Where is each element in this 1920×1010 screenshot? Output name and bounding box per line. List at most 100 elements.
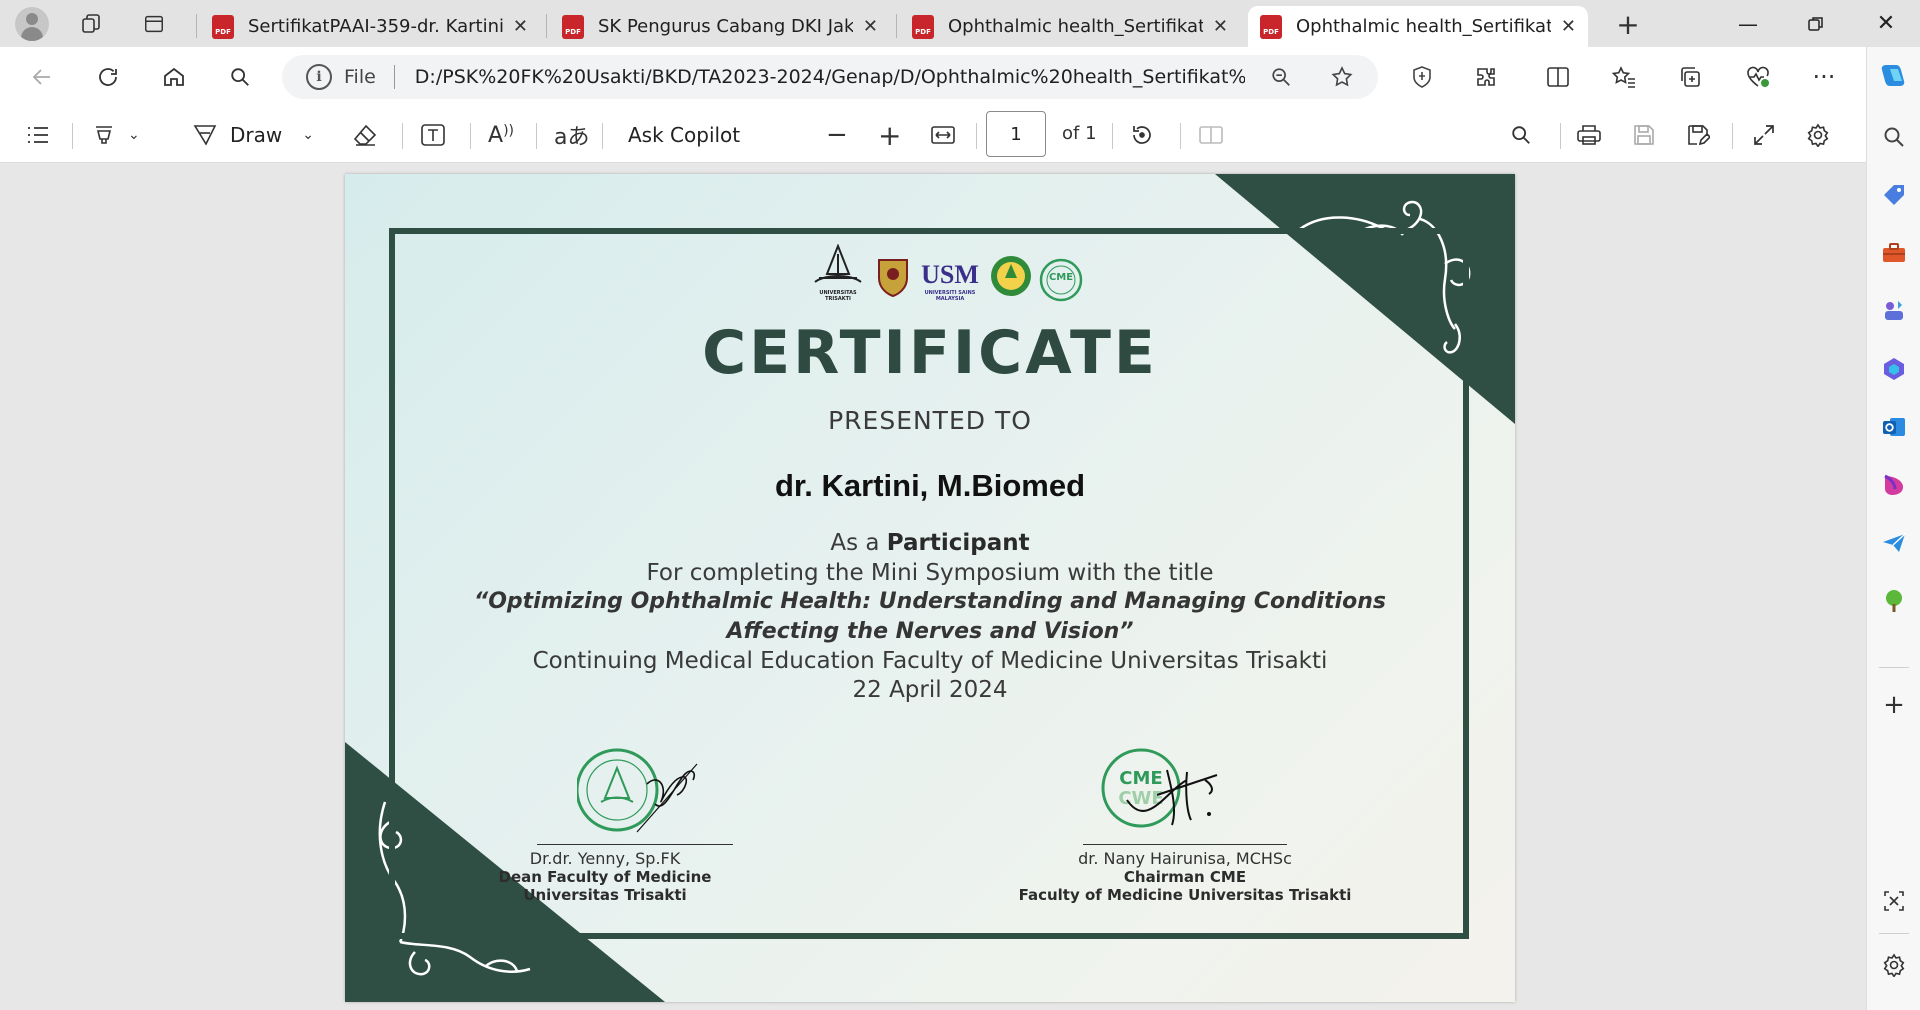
close-tab-icon[interactable]: ✕: [1213, 16, 1228, 37]
refresh-button[interactable]: [90, 59, 126, 95]
draw-label: Draw: [230, 123, 283, 147]
back-button[interactable]: [24, 59, 60, 95]
print-icon[interactable]: [1576, 117, 1602, 153]
signature-line-1: [537, 844, 733, 845]
profile-avatar[interactable]: [15, 7, 49, 41]
chevron-down-icon[interactable]: ⌄: [302, 127, 314, 143]
close-window-button[interactable]: ✕: [1858, 0, 1914, 47]
topic-line-2: Affecting the Nerves and Vision”: [726, 619, 1134, 644]
site-info-icon[interactable]: i: [306, 64, 332, 90]
favorite-star-icon[interactable]: [1328, 63, 1356, 91]
add-text-icon[interactable]: [420, 117, 446, 153]
signature-line-2: [1083, 844, 1287, 845]
tree-icon[interactable]: [1876, 583, 1912, 619]
telegram-send-icon[interactable]: [1876, 525, 1912, 561]
sidebar-settings-gear-icon[interactable]: [1876, 947, 1912, 983]
eraser-icon[interactable]: [352, 117, 378, 153]
tab-2[interactable]: PDF SK Pengurus Cabang DKI Jakarta ✕: [550, 6, 890, 47]
ask-copilot-button[interactable]: Ask Copilot: [628, 117, 740, 153]
as-a-text: As a: [830, 530, 880, 556]
save-as-icon[interactable]: [1686, 117, 1710, 153]
participant-role: Participant: [886, 530, 1030, 556]
scheme-label: File: [344, 66, 376, 88]
add-sidebar-app-icon[interactable]: +: [1876, 687, 1912, 723]
signatory-name: Dr.dr. Yenny, Sp.FK: [529, 849, 681, 868]
search-button[interactable]: [222, 59, 258, 95]
certificate-title: CERTIFICATE: [702, 318, 1158, 388]
pdf-viewer-area[interactable]: UNIVERSITAS TRISAKTI USM UNIVERSITI SAIN…: [0, 164, 1866, 1010]
new-tab-button[interactable]: +: [1610, 6, 1646, 42]
favorites-icon[interactable]: [1606, 59, 1642, 95]
microsoft-365-icon[interactable]: [1876, 351, 1912, 387]
completing-text: For completing the Mini Symposium with t…: [646, 560, 1214, 586]
cme-logo: CME: [1039, 258, 1083, 302]
svg-text:CME: CME: [1119, 768, 1162, 789]
navigation-bar: i File D:/PSK%20FK%20Usakti/BKD/TA2023-2…: [0, 47, 1920, 107]
usm-logo: USM UNIVERSITI SAINS MALAYSIA: [917, 260, 983, 302]
tools-briefcase-icon[interactable]: [1876, 235, 1912, 271]
tab-3[interactable]: PDF Ophthalmic health_Sertifikat - dr. K…: [900, 6, 1240, 47]
games-icon[interactable]: [1876, 293, 1912, 329]
chevron-down-icon[interactable]: ⌄: [128, 127, 140, 143]
ask-copilot-label: Ask Copilot: [628, 123, 741, 147]
designer-icon[interactable]: [1876, 467, 1912, 503]
address-bar[interactable]: i File D:/PSK%20FK%20Usakti/BKD/TA2023-2…: [282, 55, 1378, 99]
table-of-contents-icon[interactable]: [26, 117, 50, 153]
find-icon[interactable]: [1510, 117, 1532, 153]
tab-title: Ophthalmic health_Sertifikat - dr. Karti…: [948, 16, 1203, 37]
tab-1[interactable]: PDF SertifikatPAAI-359-dr. Kartini, M.Bi…: [200, 6, 540, 47]
signatory-name: dr. Nany Hairunisa, MCHSc: [1078, 849, 1292, 868]
performance-icon[interactable]: [1740, 59, 1776, 95]
split-screen-icon[interactable]: [1540, 59, 1576, 95]
fullscreen-icon[interactable]: [1752, 117, 1776, 153]
close-tab-icon[interactable]: ✕: [513, 16, 528, 37]
minimize-button[interactable]: —: [1720, 0, 1776, 47]
page-number-input[interactable]: 1: [986, 111, 1046, 157]
screenshot-icon[interactable]: [1876, 883, 1912, 919]
restore-button[interactable]: [1788, 0, 1844, 47]
collections-icon[interactable]: [1672, 59, 1708, 95]
tab-4-active[interactable]: PDF Ophthalmic health_Sertifikat - dr. K…: [1248, 6, 1588, 47]
trisakti-logo-text: UNIVERSITAS TRISAKTI: [819, 290, 857, 302]
browser-essentials-icon[interactable]: [1404, 59, 1440, 95]
draw-button[interactable]: Draw ⌄: [192, 117, 314, 153]
outlook-icon[interactable]: [1876, 409, 1912, 445]
signatory-role: Universitas Trisakti: [523, 886, 687, 904]
zoom-icon[interactable]: [1267, 63, 1295, 91]
pdf-icon: PDF: [562, 14, 584, 39]
crest-logo: [875, 254, 911, 302]
settings-more-icon[interactable]: ···: [1806, 59, 1842, 95]
pdf-icon: PDF: [212, 14, 234, 39]
close-tab-icon[interactable]: ✕: [863, 16, 878, 37]
pdf-settings-gear-icon[interactable]: [1806, 117, 1830, 153]
highlight-icon[interactable]: ⌄: [92, 117, 140, 153]
sidebar-search-icon[interactable]: [1876, 119, 1912, 155]
home-button[interactable]: [156, 59, 192, 95]
rotate-icon[interactable]: [1130, 117, 1154, 153]
close-tab-icon[interactable]: ✕: [1561, 16, 1576, 37]
tab-title: SertifikatPAAI-359-dr. Kartini, M.Biomed: [248, 16, 503, 37]
shopping-tag-icon[interactable]: [1876, 177, 1912, 213]
title-bar: PDF SertifikatPAAI-359-dr. Kartini, M.Bi…: [0, 0, 1920, 47]
workspaces-icon[interactable]: [74, 6, 110, 42]
usm-logo-subtext: UNIVERSITI SAINS MALAYSIA: [924, 290, 976, 302]
zoom-in-button[interactable]: +: [878, 117, 901, 153]
zoom-out-button[interactable]: −: [826, 117, 848, 153]
url-text[interactable]: D:/PSK%20FK%20Usakti/BKD/TA2023-2024/Gen…: [415, 66, 1245, 88]
extensions-icon[interactable]: [1468, 59, 1504, 95]
role-line: As a Participant: [345, 530, 1515, 556]
logo-row: UNIVERSITAS TRISAKTI USM UNIVERSITI SAIN…: [807, 243, 1083, 302]
cme-logo-text: CME: [1048, 272, 1074, 283]
pdf-toolbar: ⌄ Draw ⌄ A)) aあ Ask Copilot − + 1 of 1: [0, 107, 1866, 163]
signatory-cme-chairman: dr. Nany Hairunisa, MCHSc Chairman CME F…: [975, 849, 1395, 904]
save-icon[interactable]: [1632, 117, 1656, 153]
dean-seal-signature: [577, 748, 698, 833]
page-view-icon[interactable]: [1198, 117, 1224, 153]
copilot-icon[interactable]: [1876, 57, 1912, 93]
read-aloud-icon[interactable]: A)): [488, 117, 514, 153]
topic-line-1: “Optimizing Ophthalmic Health: Understan…: [474, 589, 1386, 614]
organizer-text: Continuing Medical Education Faculty of …: [532, 648, 1328, 674]
fit-to-page-icon[interactable]: [930, 117, 956, 153]
translate-icon[interactable]: aあ: [554, 117, 589, 153]
vertical-tabs-icon[interactable]: [136, 6, 172, 42]
